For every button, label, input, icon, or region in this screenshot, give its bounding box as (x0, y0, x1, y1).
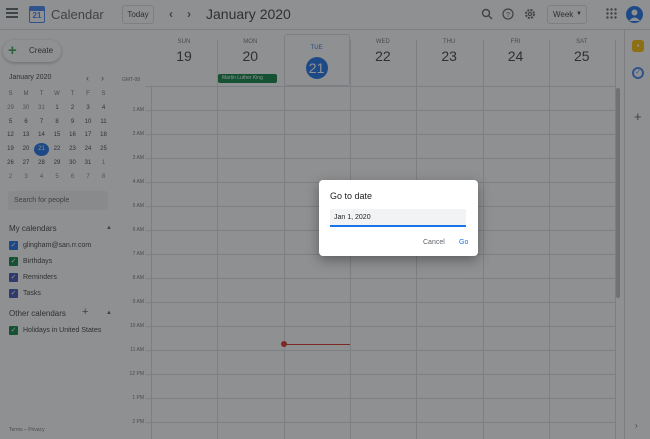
date-input[interactable] (330, 209, 466, 227)
go-button[interactable]: Go (459, 239, 468, 246)
go-to-date-dialog: Go to date Cancel Go (319, 180, 478, 256)
dialog-title: Go to date (330, 191, 373, 201)
cancel-button[interactable]: Cancel (423, 239, 445, 246)
